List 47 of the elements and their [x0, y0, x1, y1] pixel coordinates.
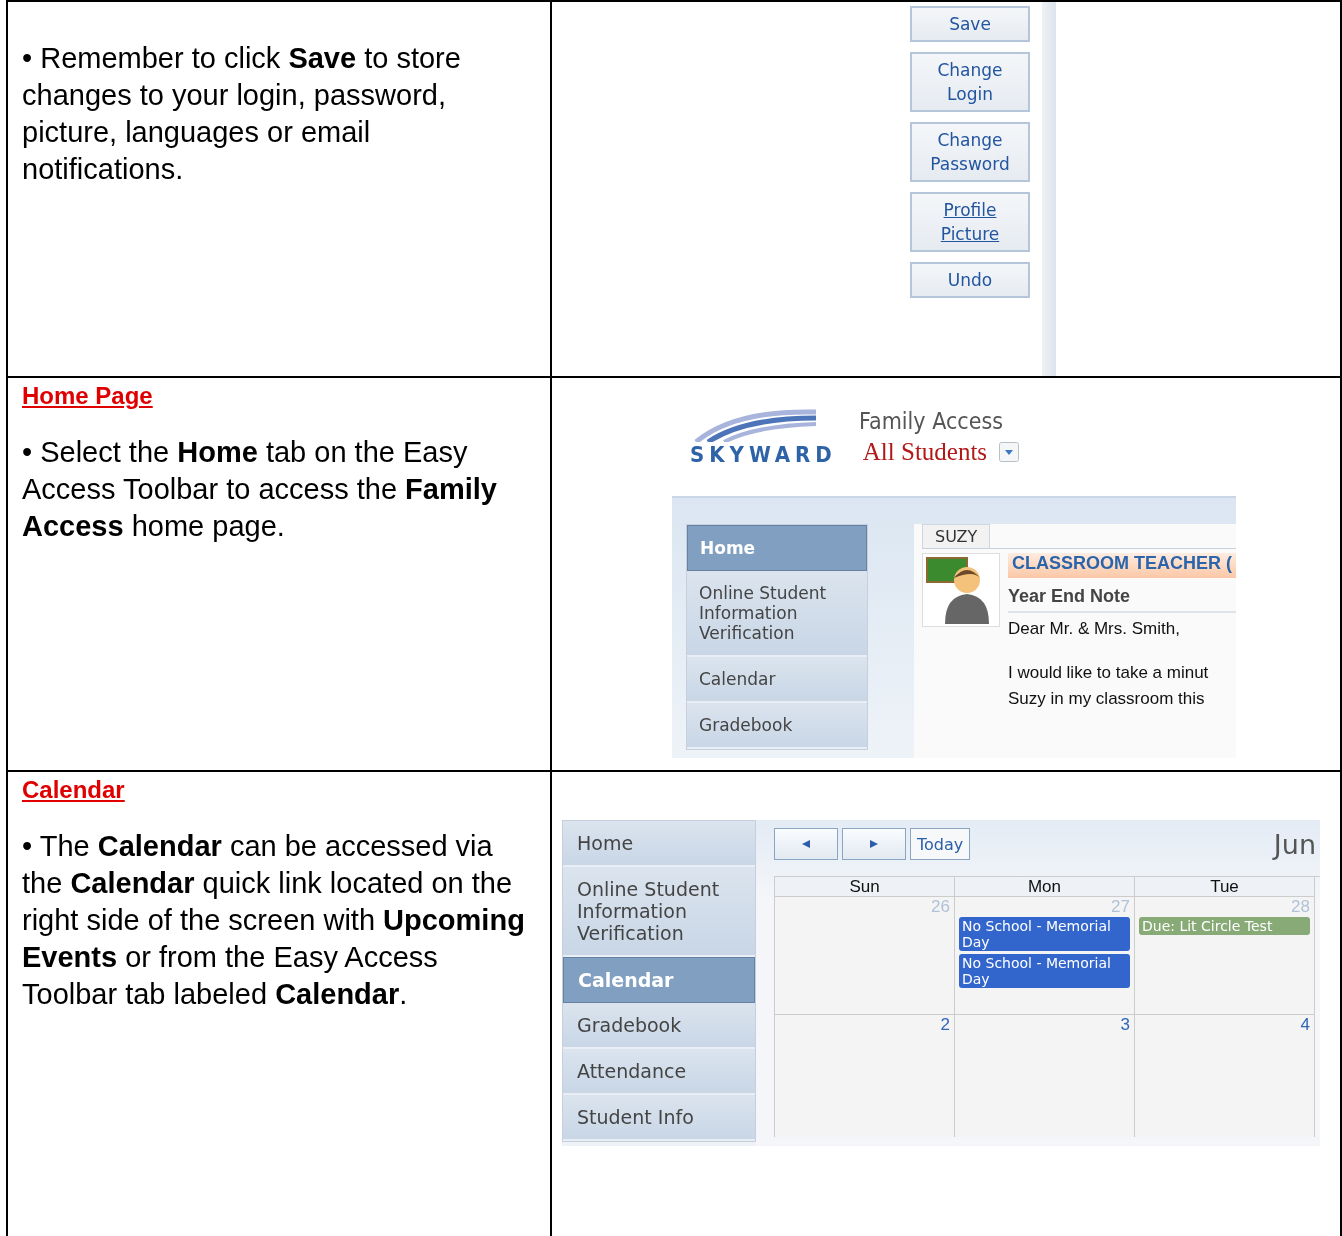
instruction-text: • Select the Home tab on the Easy Access Toolbar to access the Family Access home page.	[22, 435, 498, 544]
nav-item[interactable]: Gradebook	[687, 703, 867, 749]
account-button[interactable]: Undo	[910, 262, 1030, 298]
dropdown-icon[interactable]	[999, 442, 1020, 462]
section-heading-link[interactable]: Calendar	[22, 776, 125, 804]
instruction-text: • Remember to click Save to store changes to your login, password, picture, languages or email notifications.	[22, 41, 462, 187]
message-text: Dear Mr. & Mrs. Smith,	[1008, 619, 1181, 639]
calendar-event[interactable]: No School - Memorial Day	[959, 954, 1130, 988]
account-button[interactable]: Save	[910, 6, 1030, 42]
date-number: 27	[1110, 897, 1130, 917]
swoosh-icon	[694, 408, 818, 442]
nav-item[interactable]: Attendance	[563, 1049, 755, 1095]
next-button[interactable]	[842, 828, 906, 860]
left-triangle-icon	[801, 839, 811, 849]
weekday-header: Mon	[955, 877, 1135, 897]
message-text: I would like to take a minut	[1008, 663, 1210, 683]
account-button[interactable]: Change Password	[910, 122, 1030, 182]
nav-item[interactable]: Calendar	[687, 657, 867, 703]
nav-item[interactable]: Online Student Information Verification	[563, 867, 755, 957]
date-number: 28	[1290, 897, 1310, 917]
section-heading-link[interactable]: Home Page	[22, 382, 153, 410]
app-title: Family Access	[858, 408, 1004, 434]
right-triangle-icon	[869, 839, 879, 849]
student-selector[interactable]: All Students	[862, 438, 988, 466]
nav-item[interactable]: Online Student Information Verification	[687, 571, 867, 657]
teacher-avatar-icon	[922, 553, 1000, 627]
instruction-text: • The Calendar can be accessed via the Calendar quick link located on the right side of the screen with Upcoming Events or from the Easy Access Toolbar tab labeled Calendar.	[22, 829, 526, 1012]
nav-item[interactable]: Student Info	[563, 1095, 755, 1141]
date-number: 26	[930, 897, 950, 917]
calendar-event[interactable]: No School - Memorial Day	[959, 917, 1130, 951]
message-text: Suzy in my classroom this	[1008, 689, 1206, 709]
card-title: CLASSROOM TEACHER (	[1008, 553, 1236, 578]
date-number: 2	[939, 1015, 950, 1035]
student-tab[interactable]: SUZY	[922, 524, 991, 548]
note-subject: Year End Note	[1008, 578, 1236, 613]
nav-item[interactable]: Gradebook	[563, 1003, 755, 1049]
weekday-header: Sun	[775, 877, 955, 897]
today-button[interactable]: Today	[910, 828, 971, 860]
date-number: 4	[1299, 1015, 1310, 1035]
month-title: Jun	[1273, 828, 1316, 860]
nav-item[interactable]: Home	[563, 821, 755, 867]
weekday-header: Tue	[1135, 877, 1315, 897]
date-number: 3	[1119, 1015, 1130, 1035]
account-button[interactable]: Change Login	[910, 52, 1030, 112]
previous-button[interactable]	[774, 828, 838, 860]
account-button[interactable]: Profile Picture	[910, 192, 1030, 252]
logo-text: SKYWARD	[690, 442, 837, 467]
